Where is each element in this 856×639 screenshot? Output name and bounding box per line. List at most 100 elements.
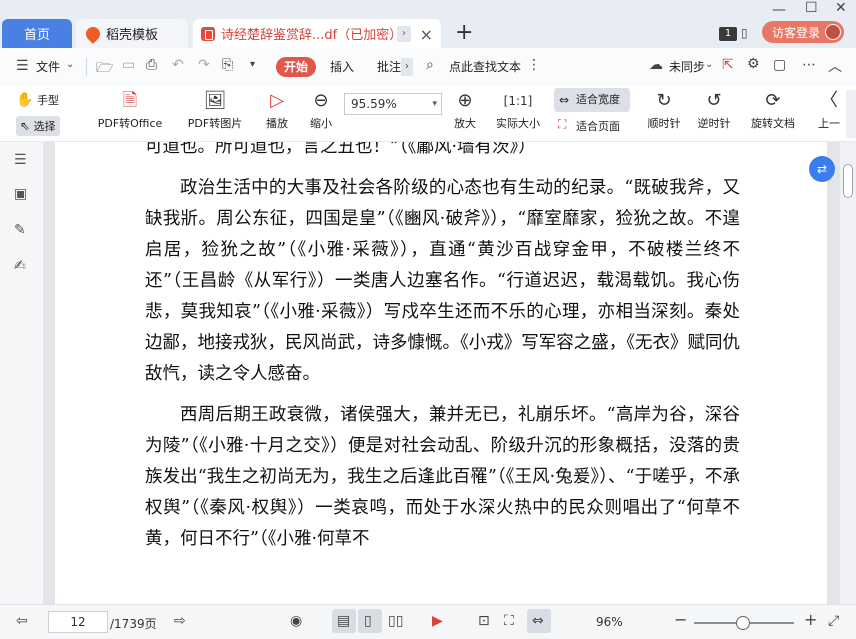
rotate-ccw-label: 逆时针 bbox=[697, 117, 731, 130]
hand-icon: ✋ bbox=[16, 92, 34, 108]
visitor-login-button[interactable]: 访客登录 bbox=[762, 21, 844, 43]
export-icon[interactable]: ⎘ bbox=[222, 57, 233, 73]
file-menu[interactable]: 文件 bbox=[36, 58, 60, 75]
zoom-slider-knob[interactable] bbox=[736, 616, 750, 630]
share-icon[interactable]: ⇱ bbox=[722, 57, 734, 73]
search-text-button[interactable]: 点此查找文本 bbox=[449, 58, 521, 75]
continuous-icon: ▯ bbox=[364, 613, 372, 629]
search-icon[interactable]: ⌕ bbox=[426, 57, 434, 73]
next-page-icon[interactable]: ⇨ bbox=[174, 613, 186, 629]
fit-page-label: 适合页面 bbox=[576, 120, 620, 133]
prev-page-icon[interactable]: ⇦ bbox=[16, 613, 28, 629]
previous-icon: 〈 bbox=[820, 90, 838, 111]
rotate-cw-label: 顺时针 bbox=[647, 117, 681, 130]
window-switch-icon[interactable]: ▯ bbox=[741, 26, 748, 40]
fit-page-icon[interactable]: ⛶ bbox=[504, 613, 514, 629]
open-folder-icon[interactable]: 🗁 bbox=[96, 57, 113, 81]
document-viewer[interactable]: 可道也。所可道也，言之丑也！”（《鄘风·墙有茨》） 政治生活中的大事及社会各阶级… bbox=[44, 142, 840, 604]
pdf-to-office-button[interactable]: 🗎 PDF转Office bbox=[90, 90, 170, 131]
hand-tool-button[interactable]: ✋ 手型 bbox=[16, 92, 59, 108]
zoom-in-icon[interactable]: + bbox=[804, 610, 817, 629]
fit-page-button[interactable]: ⛶ 适合页面 bbox=[556, 117, 620, 134]
rotate-document-button[interactable]: ⟳ 旋转文档 bbox=[746, 90, 800, 131]
zoom-in-icon: ⊕ bbox=[457, 90, 473, 111]
more-options-icon[interactable]: ⋯ bbox=[802, 57, 816, 73]
annotation-icon[interactable]: ✎ bbox=[14, 222, 30, 238]
rotate-counterclockwise-button[interactable]: ↺ 逆时针 bbox=[694, 90, 734, 131]
page-number-input[interactable]: 12 bbox=[48, 611, 108, 633]
pdf-to-office-icon: 🗎 bbox=[122, 90, 138, 111]
status-bar: ⇦ 12 /1739页 ⇨ ◉ ▤ ▯ ▯▯ ▶ ⊡ ⛶ ⇔ 96% − + ⤢ bbox=[0, 604, 856, 639]
undo-icon[interactable]: ↶ bbox=[172, 57, 184, 73]
divider bbox=[86, 58, 87, 76]
play-icon[interactable]: ▶ bbox=[432, 613, 443, 629]
play-button[interactable]: ▷ 播放 bbox=[262, 90, 292, 131]
rotate-cw-icon: ↻ bbox=[656, 90, 672, 111]
vertical-scrollbar[interactable] bbox=[840, 142, 856, 604]
tab-document[interactable]: 诗经楚辞鉴赏辞...df（已加密） › × bbox=[193, 19, 441, 48]
tab-start[interactable]: 开始 bbox=[276, 57, 316, 77]
tab-annotate[interactable]: 批注 bbox=[377, 58, 401, 75]
close-tab-icon[interactable]: × bbox=[420, 25, 433, 44]
login-label: 访客登录 bbox=[772, 25, 821, 40]
previous-page-button[interactable]: 〈 上一 bbox=[814, 90, 844, 131]
cloud-sync-icon[interactable]: ☁ bbox=[649, 57, 663, 73]
double-page-icon[interactable]: ▯▯ bbox=[388, 613, 403, 629]
fit-width-label: 适合宽度 bbox=[576, 93, 620, 106]
tab-template-label: 稻壳模板 bbox=[106, 28, 159, 43]
actual-size-icon[interactable]: ⊡ bbox=[478, 613, 490, 629]
tab-template[interactable]: 稻壳模板 bbox=[76, 19, 188, 48]
more-icon[interactable]: ⋮ bbox=[527, 57, 541, 73]
quick-access-dropdown-icon[interactable]: ▾ bbox=[250, 59, 255, 70]
maximize-icon[interactable]: ☐ bbox=[805, 0, 818, 16]
tab-home[interactable]: 首页 bbox=[2, 19, 72, 48]
outline-icon[interactable]: ☰ bbox=[14, 152, 30, 168]
previous-label: 上一 bbox=[818, 117, 840, 130]
zoom-out-icon[interactable]: − bbox=[674, 610, 687, 629]
zoom-dropdown-icon[interactable]: ▾ bbox=[432, 94, 437, 114]
play-label: 播放 bbox=[266, 117, 288, 130]
zoom-out-button[interactable]: ⊖ 缩小 bbox=[306, 90, 336, 131]
hamburger-menu-icon[interactable]: ☰ bbox=[16, 58, 29, 74]
menu-scroll-icon[interactable]: › bbox=[401, 58, 413, 76]
actual-size-button[interactable]: [1:1] 实际大小 bbox=[492, 90, 544, 131]
pdf-file-icon bbox=[201, 26, 215, 41]
rotate-clockwise-button[interactable]: ↻ 顺时针 bbox=[644, 90, 684, 131]
fullscreen-icon[interactable]: ⤢ bbox=[828, 613, 839, 629]
scrollbar-thumb[interactable] bbox=[843, 164, 853, 198]
pdf-to-image-button[interactable]: 🖼 PDF转图片 bbox=[184, 90, 246, 131]
zoom-in-button[interactable]: ⊕ 放大 bbox=[450, 90, 480, 131]
floating-translate-icon[interactable]: ⇄ bbox=[809, 156, 835, 182]
skin-icon[interactable]: ▢ bbox=[773, 57, 786, 73]
collapse-ribbon-icon[interactable]: ︿ bbox=[828, 56, 842, 76]
print-icon[interactable]: ⎙ bbox=[146, 57, 157, 73]
redo-icon[interactable]: ↷ bbox=[198, 57, 210, 73]
tab-scroll-icon[interactable]: › bbox=[397, 26, 411, 42]
tab-insert[interactable]: 插入 bbox=[330, 58, 354, 75]
docer-logo-icon bbox=[83, 23, 103, 44]
cursor-icon: ⇖ bbox=[20, 119, 31, 133]
pdf-to-image-icon: 🖼 bbox=[203, 90, 227, 111]
new-tab-icon[interactable]: + bbox=[455, 22, 473, 44]
sync-status[interactable]: 未同步 bbox=[669, 58, 705, 75]
fit-width-icon: ⇔ bbox=[532, 613, 544, 629]
save-icon[interactable]: ▭ bbox=[122, 57, 135, 73]
avatar-icon bbox=[825, 24, 841, 40]
zoom-select[interactable]: 95.59% ▾ bbox=[344, 93, 442, 115]
hand-tool-label: 手型 bbox=[36, 94, 59, 107]
ribbon-scroll[interactable] bbox=[846, 90, 856, 138]
select-tool-button[interactable]: ⇖ 选择 bbox=[16, 116, 60, 136]
window-count-badge[interactable]: 1 bbox=[719, 27, 737, 41]
tab-bar: 首页 稻壳模板 诗经楚辞鉴赏辞...df（已加密） › × + — ☐ ✕ 1 … bbox=[0, 0, 856, 48]
signature-icon[interactable]: ✍ bbox=[14, 258, 30, 274]
sync-dropdown-icon[interactable]: ⌄ bbox=[705, 59, 713, 70]
settings-icon[interactable]: ⚙ bbox=[747, 56, 760, 72]
minimize-icon[interactable]: — bbox=[772, 2, 786, 18]
thumbnail-icon[interactable]: ▣ bbox=[14, 186, 30, 202]
fit-width-button[interactable]: ⇔ 适合宽度 bbox=[554, 88, 630, 112]
menu-bar: ☰ 文件 ⌄ 🗁 ▭ ⎙ ↶ ↷ ⎘ ▾ 开始 插入 批注 › ⌕ 点此查找文本… bbox=[0, 48, 856, 86]
rotate-ccw-icon: ↺ bbox=[706, 90, 722, 111]
chevron-down-icon[interactable]: ⌄ bbox=[66, 59, 74, 70]
eye-protection-icon[interactable]: ◉ bbox=[290, 613, 302, 629]
close-window-icon[interactable]: ✕ bbox=[835, 0, 847, 16]
